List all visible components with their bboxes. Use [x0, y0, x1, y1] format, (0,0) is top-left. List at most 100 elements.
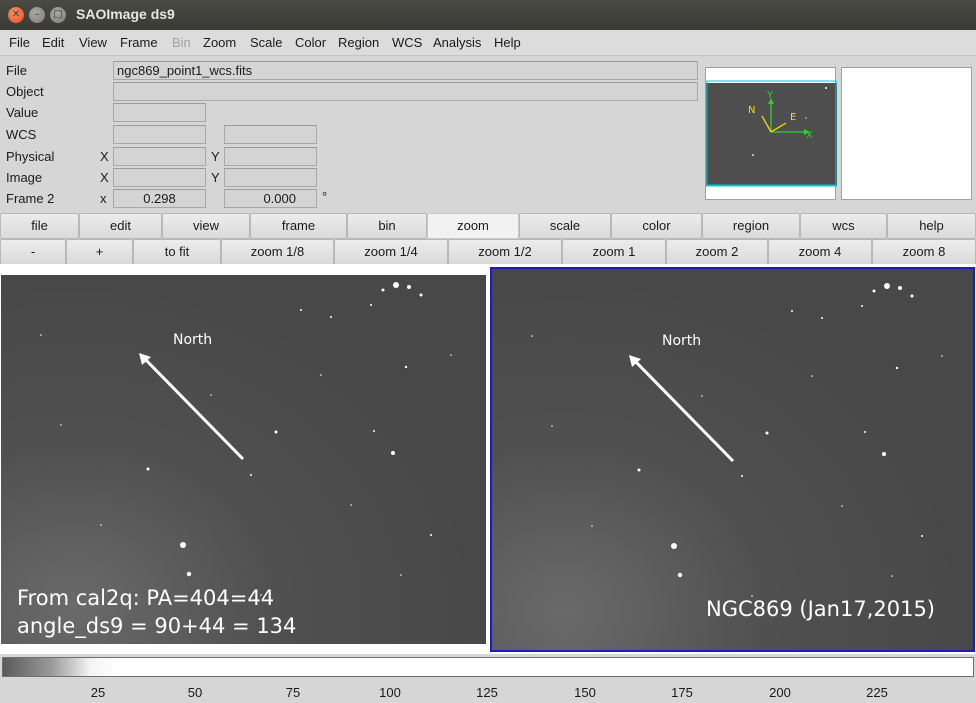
star: [841, 505, 843, 507]
colorbar[interactable]: [2, 657, 974, 677]
star: [250, 474, 252, 476]
star: [701, 395, 703, 397]
btn-bin[interactable]: bin: [347, 213, 427, 239]
menu-file[interactable]: File: [9, 35, 30, 50]
value-field: [113, 103, 206, 122]
frame-right-active[interactable]: North NGC869 (Jan17,2015): [490, 267, 975, 652]
btn-edit[interactable]: edit: [79, 213, 162, 239]
star: [551, 425, 553, 427]
value-label: Value: [6, 105, 39, 120]
menu-bin: Bin: [172, 35, 191, 50]
frame-left[interactable]: North From cal2q: PA=404=44 angle_ds9 = …: [1, 275, 486, 644]
colorbar-tick: 50: [187, 685, 203, 700]
star: [864, 431, 866, 433]
physical-y-field: [224, 147, 317, 166]
star: [677, 572, 683, 578]
star: [146, 467, 150, 471]
star: [671, 543, 677, 549]
btn-zoom-8[interactable]: zoom 8: [872, 239, 976, 265]
compass-n-label: N: [748, 105, 755, 116]
minimize-window-button[interactable]: –: [29, 7, 45, 23]
star: [350, 504, 352, 506]
btn-zoom-1-8[interactable]: zoom 1/8: [221, 239, 334, 265]
menu-view[interactable]: View: [79, 35, 107, 50]
menu-zoom[interactable]: Zoom: [203, 35, 236, 50]
magnifier: [841, 67, 972, 200]
object-label: Object: [6, 84, 44, 99]
star: [210, 394, 212, 396]
menu-help[interactable]: Help: [494, 35, 521, 50]
star: [180, 542, 186, 548]
star: [898, 286, 902, 290]
physical-x-field: [113, 147, 206, 166]
star: [884, 283, 890, 289]
btn-zoom-1[interactable]: zoom 1: [562, 239, 666, 265]
btn-wcs[interactable]: wcs: [800, 213, 887, 239]
btn-zoom-out[interactable]: -: [0, 239, 66, 265]
colorbar-tick: 125: [476, 685, 498, 700]
panner[interactable]: Y X N E: [705, 67, 837, 200]
btn-zoom-1-4[interactable]: zoom 1/4: [334, 239, 448, 265]
menu-bar: File Edit View Frame Bin Zoom Scale Colo…: [0, 30, 976, 56]
north-arrow-line[interactable]: [141, 355, 245, 461]
star: [60, 424, 62, 426]
btn-region[interactable]: region: [702, 213, 800, 239]
window-title: SAOImage ds9: [76, 6, 175, 22]
colorbar-tick: 225: [866, 685, 888, 700]
star: [861, 305, 863, 307]
star: [891, 575, 893, 577]
menu-scale[interactable]: Scale: [250, 35, 283, 50]
object-field: [113, 82, 698, 101]
star: [330, 316, 332, 318]
menu-frame[interactable]: Frame: [120, 35, 158, 50]
star: [100, 524, 102, 526]
frame-x-label: x: [100, 191, 107, 206]
star: [391, 451, 395, 455]
star: [186, 571, 192, 577]
colorbar-tick: 175: [671, 685, 693, 700]
star: [300, 309, 302, 311]
btn-view[interactable]: view: [162, 213, 250, 239]
btn-zoom[interactable]: zoom: [427, 213, 519, 239]
btn-zoom-fit[interactable]: to fit: [133, 239, 221, 265]
menu-color[interactable]: Color: [295, 35, 326, 50]
btn-zoom-in[interactable]: +: [66, 239, 133, 265]
menu-analysis[interactable]: Analysis: [433, 35, 481, 50]
north-arrow-line[interactable]: [631, 357, 735, 463]
physical-x-label: X: [100, 149, 109, 164]
star: [591, 525, 593, 527]
degree-symbol: °: [322, 189, 328, 204]
star: [373, 430, 375, 432]
btn-zoom-2[interactable]: zoom 2: [666, 239, 768, 265]
star: [811, 375, 813, 377]
btn-help[interactable]: help: [887, 213, 976, 239]
maximize-window-button[interactable]: □: [50, 7, 66, 23]
star: [821, 317, 823, 319]
panner-image: Y X N E: [706, 80, 837, 187]
star: [274, 430, 278, 434]
btn-zoom-4[interactable]: zoom 4: [768, 239, 872, 265]
wcs-label: WCS: [6, 127, 37, 142]
star: [381, 288, 385, 292]
frame-label: Frame 2: [6, 191, 55, 206]
btn-zoom-1-2[interactable]: zoom 1/2: [448, 239, 562, 265]
star: [430, 534, 432, 536]
btn-color[interactable]: color: [611, 213, 702, 239]
button-bar: file edit view frame bin zoom scale colo…: [0, 213, 976, 239]
compass-e-label: E: [790, 112, 796, 123]
star: [941, 355, 943, 357]
title-bar: ✕ – □ SAOImage ds9: [0, 0, 976, 30]
btn-frame[interactable]: frame: [250, 213, 347, 239]
menu-region[interactable]: Region: [338, 35, 379, 50]
star: [404, 365, 408, 369]
menu-wcs[interactable]: WCS: [392, 35, 422, 50]
north-label: North: [173, 332, 213, 348]
btn-file[interactable]: file: [0, 213, 79, 239]
close-window-button[interactable]: ✕: [8, 7, 24, 23]
star: [370, 304, 372, 306]
menu-edit[interactable]: Edit: [42, 35, 64, 50]
annotation-line-1: From cal2q: PA=404=44: [17, 586, 275, 610]
btn-scale[interactable]: scale: [519, 213, 611, 239]
star: [407, 285, 411, 289]
colorbar-tick: 150: [574, 685, 596, 700]
